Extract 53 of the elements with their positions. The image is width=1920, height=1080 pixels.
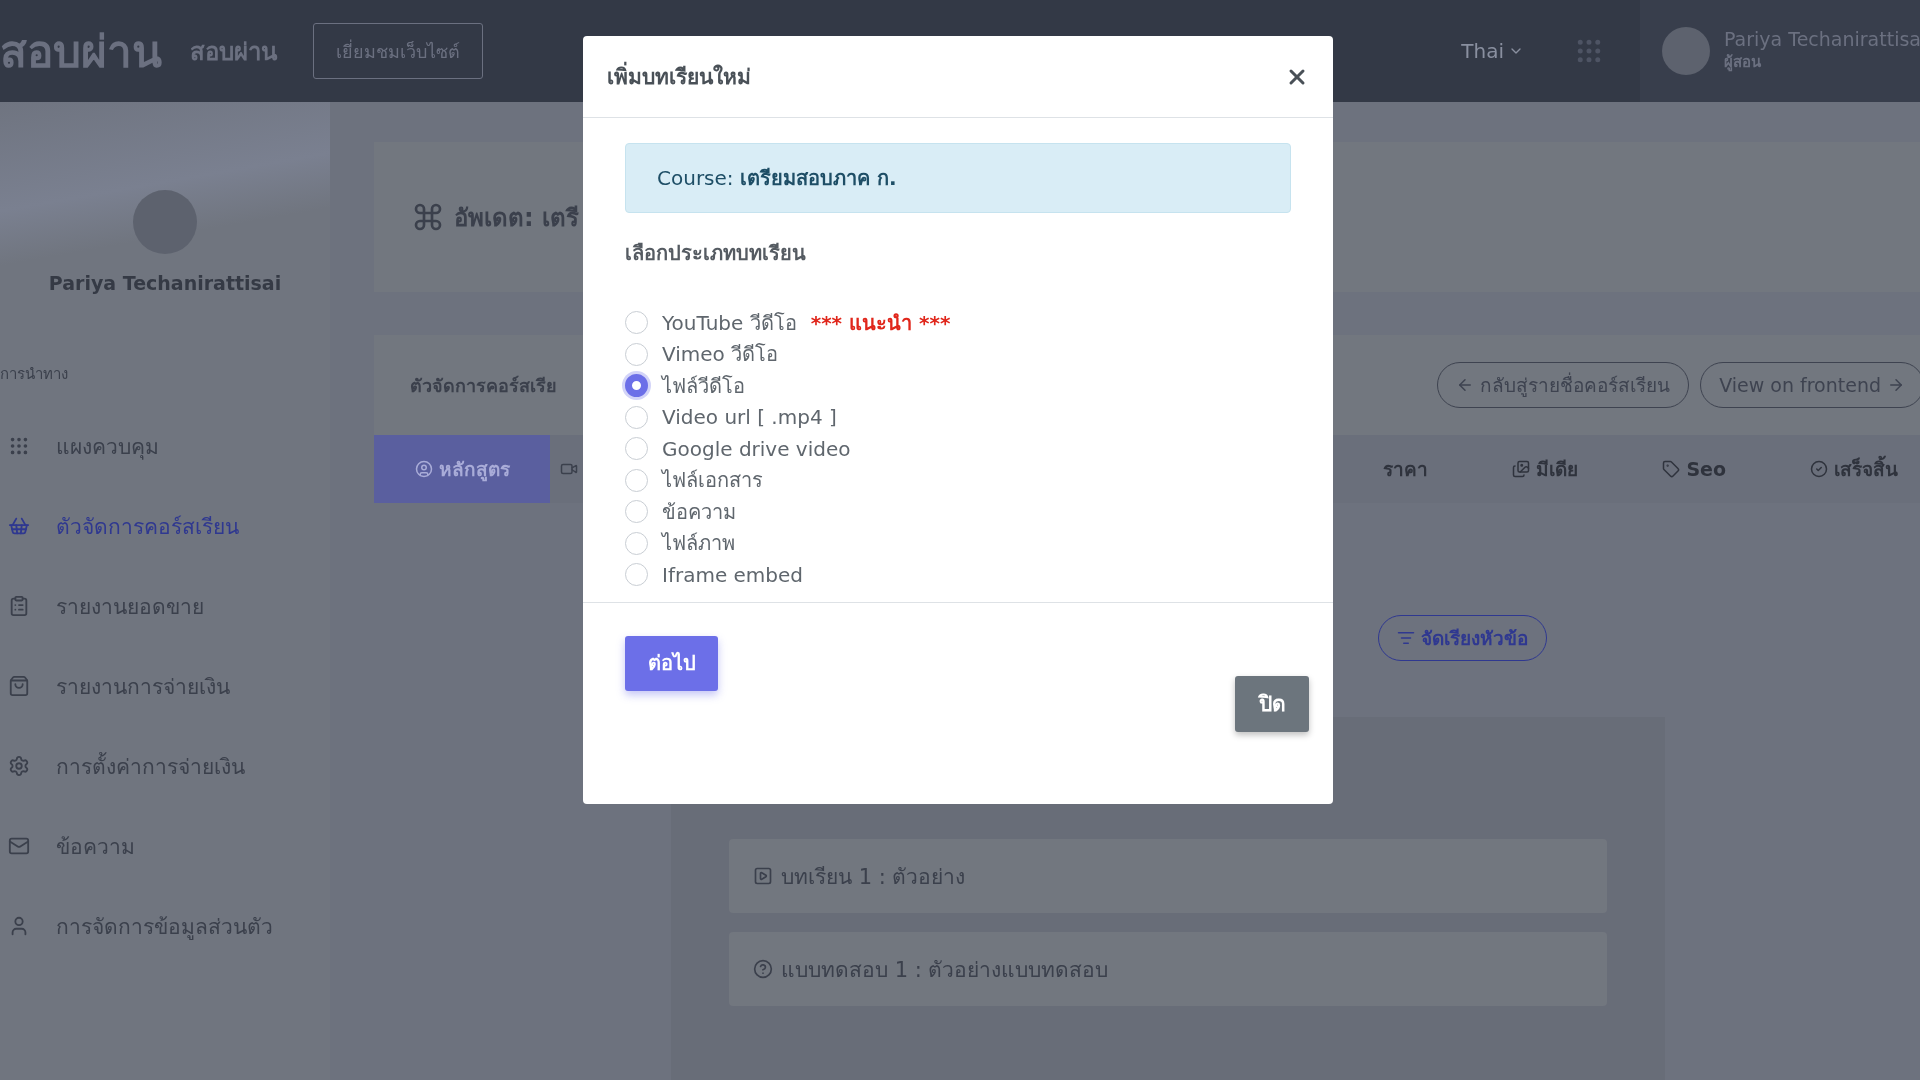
option-label: ข้อความ — [662, 498, 736, 526]
site-name: สอบผ่าน — [190, 36, 277, 68]
tab[interactable]: เสร็จสิ้น — [1788, 435, 1920, 503]
radio-button[interactable] — [625, 437, 648, 461]
radio-button[interactable] — [625, 405, 648, 429]
radio-button[interactable] — [625, 563, 648, 587]
lesson-type-label: เลือกประเภทบทเรียน — [625, 240, 807, 267]
option-label: Vimeo วีดีโอ — [662, 341, 779, 369]
course-info: Course: เตรียมสอบภาค ก. — [657, 165, 897, 192]
option-label: ไฟล์เอกสาร — [662, 467, 763, 495]
next-button[interactable]: ต่อไป — [625, 635, 718, 691]
tab[interactable]: ราคา — [1361, 435, 1451, 503]
nav-item[interactable]: ตัวจัดการคอร์สเรียน — [0, 486, 330, 566]
option-label: Iframe embed — [662, 562, 804, 587]
visit-website-button[interactable]: เยี่ยมชมเว็บไซต์ — [313, 23, 483, 79]
option-label: ไฟล์ภาพ — [662, 530, 735, 558]
nav-icon — [8, 675, 30, 697]
play-icon — [753, 866, 773, 886]
radio-button[interactable] — [625, 500, 648, 524]
radio-button[interactable] — [625, 374, 648, 398]
nav-icon — [8, 515, 30, 537]
question-icon — [753, 959, 773, 979]
language-selector[interactable]: Thai — [1461, 39, 1524, 63]
recommended-note: *** แนะนำ *** — [810, 309, 951, 337]
tab-icon — [1512, 460, 1531, 478]
nav-icon — [8, 755, 30, 777]
nav-icon — [8, 595, 30, 617]
nav-icon — [8, 835, 30, 857]
tab[interactable]: Seo — [1640, 435, 1748, 503]
option-label: Google drive video — [662, 436, 851, 461]
manager-title: ตัวจัดการคอร์สเรีย — [410, 373, 557, 398]
nav-icon — [8, 435, 30, 457]
radio-button[interactable] — [625, 531, 648, 555]
profile-name: Pariya Techanirattisai — [48, 272, 282, 294]
option-label: YouTube วีดีโอ — [662, 309, 797, 337]
tab-icon — [1662, 460, 1681, 478]
tab-icon — [1810, 460, 1828, 478]
close-button[interactable]: ปิด — [1235, 675, 1309, 732]
tab[interactable]: มีเดีย — [1490, 435, 1601, 503]
avatar — [1662, 27, 1710, 75]
logo: สอบผ่าน — [0, 25, 162, 79]
arrow-right-icon — [1887, 376, 1905, 394]
user-circle-icon — [414, 460, 433, 478]
command-icon — [412, 201, 444, 233]
radio-button[interactable] — [625, 311, 648, 335]
radio-button[interactable] — [625, 342, 648, 366]
option-label: Video url [ .mp4 ] — [662, 405, 837, 430]
sort-icon — [1397, 629, 1415, 647]
tab[interactable]: หลักสูตร — [374, 435, 550, 503]
page-title: อัพเดต: เตรี — [454, 202, 579, 234]
radio-button[interactable] — [625, 468, 648, 492]
modal-title: เพิ่มบทเรียนใหม่ — [607, 60, 751, 93]
option-label: ไฟล์วีดีโอ — [662, 372, 745, 400]
